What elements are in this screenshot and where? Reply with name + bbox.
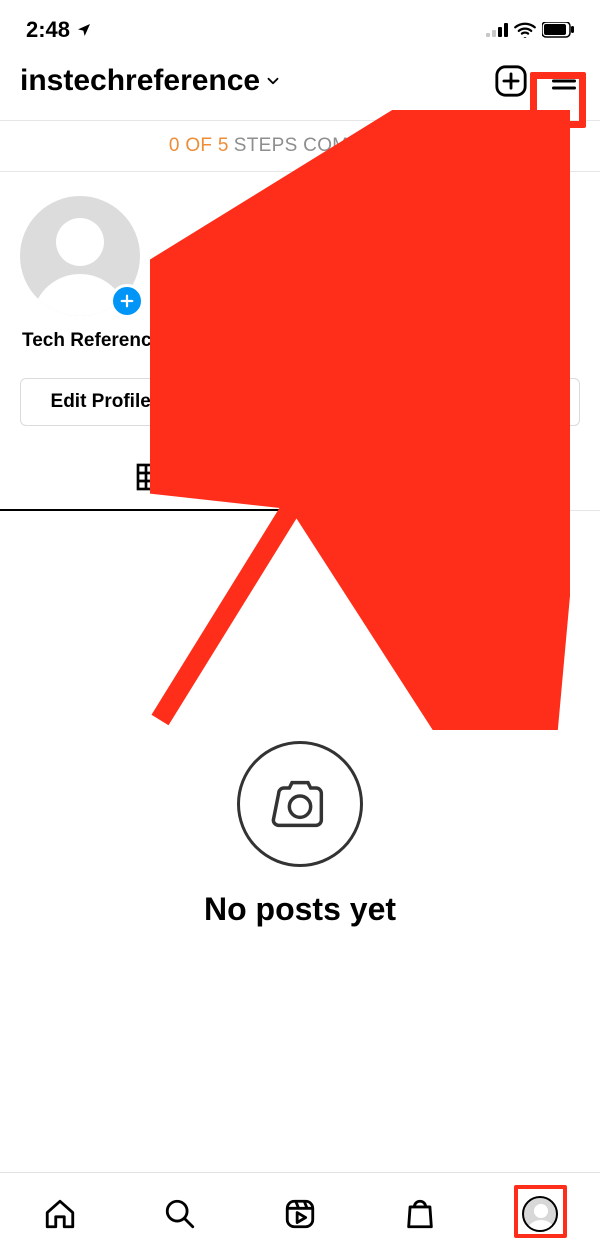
search-icon — [163, 1197, 197, 1231]
home-icon — [43, 1197, 77, 1231]
status-indicators — [486, 22, 574, 38]
chevron-down-icon — [264, 72, 282, 90]
plus-icon — [118, 292, 136, 310]
progress-count: 0 OF 5 — [169, 135, 229, 157]
profile-actions: Edit Profile Ad tools Insights — [0, 360, 600, 444]
hamburger-icon — [548, 67, 580, 95]
empty-title: No posts yet — [204, 891, 396, 928]
empty-state: No posts yet — [0, 511, 600, 928]
nav-shop[interactable] — [394, 1188, 446, 1240]
shop-icon — [403, 1197, 437, 1231]
tab-grid[interactable] — [0, 444, 300, 510]
bottom-nav — [0, 1172, 600, 1254]
grid-icon — [134, 461, 166, 493]
profile-completion-banner[interactable]: 0 OF 5 STEPS COMPLETE — [0, 120, 600, 172]
location-icon — [76, 22, 92, 38]
battery-icon — [542, 22, 574, 38]
nav-profile[interactable] — [514, 1188, 566, 1240]
stat-following[interactable]: 8 Following — [467, 231, 543, 282]
reels-icon — [283, 1197, 317, 1231]
status-time-wrap: 2:48 — [26, 17, 92, 43]
empty-icon-circle — [237, 741, 363, 867]
tagged-icon — [433, 460, 467, 494]
nav-home[interactable] — [34, 1188, 86, 1240]
profile-header: instechreference — [0, 56, 600, 120]
stat-posts-value: 0 — [197, 231, 242, 259]
plus-square-icon — [494, 64, 528, 98]
add-person-icon — [541, 389, 567, 415]
create-button[interactable] — [494, 64, 528, 98]
status-time: 2:48 — [26, 17, 70, 43]
stat-following-label: Following — [467, 261, 543, 282]
stat-followers-label: Followers — [316, 261, 393, 282]
avatar-icon — [522, 1196, 558, 1232]
add-story-badge[interactable] — [110, 284, 144, 318]
nav-reels[interactable] — [274, 1188, 326, 1240]
username-text: instechreference — [20, 64, 260, 98]
discover-people-button[interactable] — [528, 378, 580, 426]
profile-stats: 0 Posts 0 Followers 8 Following — [160, 231, 580, 282]
progress-label: STEPS COMPLETE — [234, 135, 410, 157]
stat-posts-label: Posts — [197, 261, 242, 282]
stat-posts[interactable]: 0 Posts — [197, 231, 242, 282]
stat-followers-value: 0 — [316, 231, 393, 259]
menu-button[interactable] — [548, 67, 580, 95]
profile-avatar[interactable] — [20, 196, 140, 316]
ad-tools-button[interactable]: Ad tools — [189, 378, 350, 426]
edit-profile-button[interactable]: Edit Profile — [20, 378, 181, 426]
username-switcher[interactable]: instechreference — [20, 64, 282, 98]
stat-followers[interactable]: 0 Followers — [316, 231, 393, 282]
cellular-icon — [486, 23, 508, 37]
profile-tabs — [0, 444, 600, 511]
profile-info-row: 0 Posts 0 Followers 8 Following — [0, 172, 600, 322]
nav-search[interactable] — [154, 1188, 206, 1240]
tab-tagged[interactable] — [300, 444, 600, 510]
display-name: Tech Reference — [0, 322, 600, 360]
wifi-icon — [514, 22, 536, 38]
camera-icon — [268, 772, 332, 836]
insights-button[interactable]: Insights — [359, 378, 520, 426]
chevron-down-icon — [415, 138, 431, 154]
status-bar: 2:48 — [0, 0, 600, 56]
stat-following-value: 8 — [467, 231, 543, 259]
